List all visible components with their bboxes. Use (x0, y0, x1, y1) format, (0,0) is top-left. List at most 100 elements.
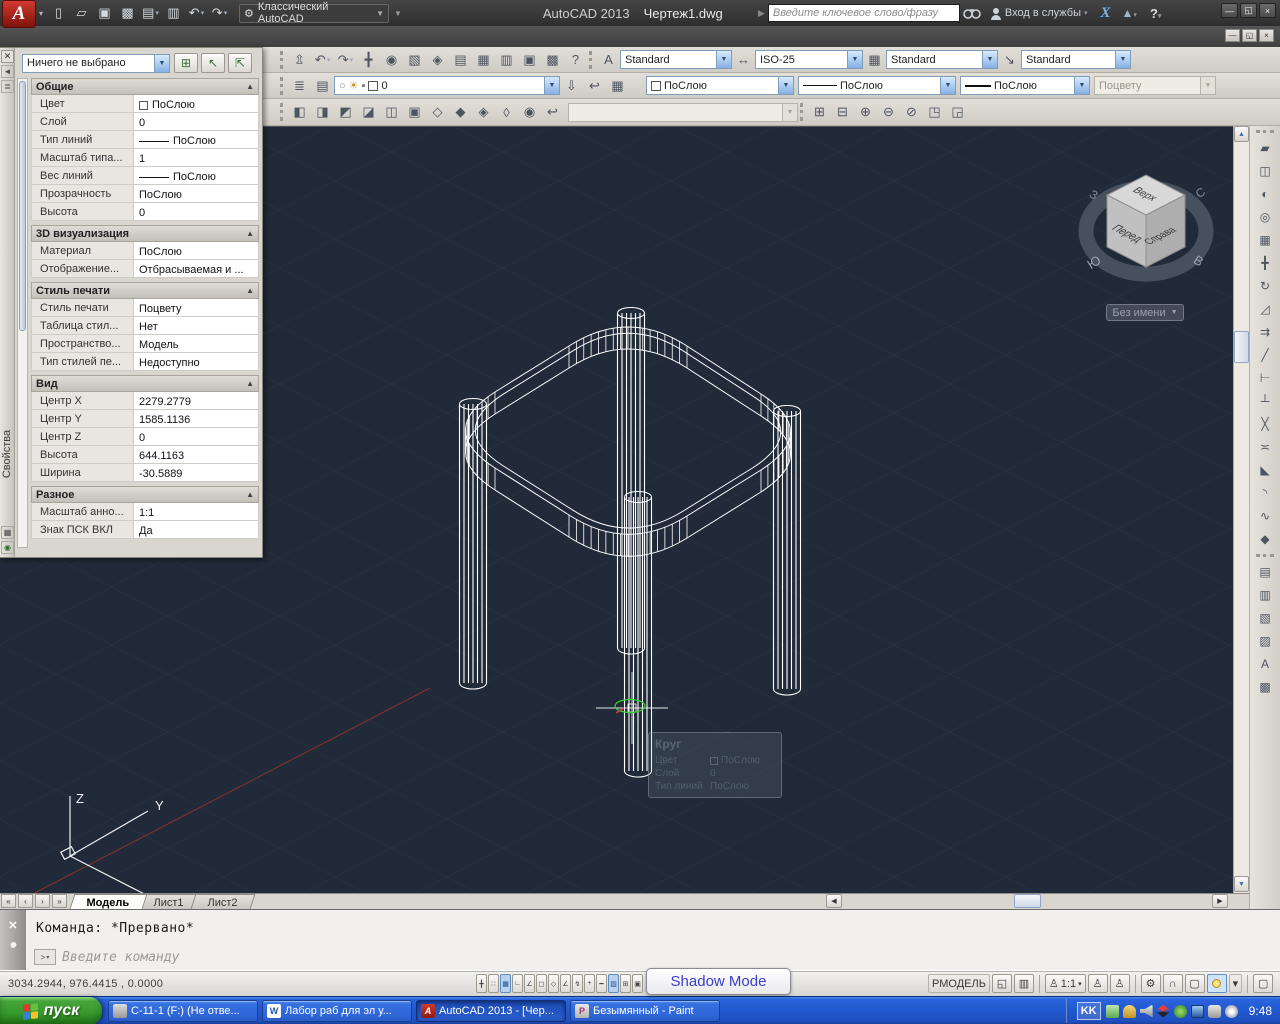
tool-publish[interactable]: ⇫ (288, 49, 311, 71)
layer-color-swatch[interactable] (368, 80, 379, 91)
collapse-icon[interactable]: ▲ (246, 82, 254, 91)
chevron-down-icon[interactable]: ▼ (982, 51, 997, 68)
status-auto-annotation-scale[interactable]: ♙ (1109, 974, 1130, 993)
palette-select-objects[interactable]: ↖ (201, 53, 225, 73)
tool-camera[interactable]: ◉ (518, 101, 541, 123)
window-restore[interactable]: ◱ (1240, 3, 1257, 18)
palette-toggle-pickadd[interactable]: ⊞ (174, 53, 198, 73)
application-menu-icon[interactable]: A (2, 0, 36, 28)
tool-view-bottom[interactable]: ◨ (311, 101, 334, 123)
search-icon[interactable] (963, 7, 981, 19)
clean-screen-button[interactable]: ▢ (1253, 974, 1274, 993)
tray-antivirus[interactable] (1173, 1004, 1187, 1018)
tool-view-left[interactable]: ◩ (334, 101, 357, 123)
property-value[interactable]: ПоСлою (134, 185, 258, 202)
tab-nav-first[interactable]: « (1, 894, 16, 908)
named-view-combo[interactable]: ▼ (568, 102, 798, 122)
toolbar-grip[interactable] (800, 103, 804, 121)
tool-zoom-previous[interactable]: ◈ (426, 49, 449, 71)
tool-layer-properties-manager[interactable]: ≣ (288, 75, 311, 97)
dim-style-combo[interactable]: ISO-25 ▼ (755, 50, 863, 69)
qat-button-save[interactable]: ▣ (93, 3, 116, 23)
toggle-osnap[interactable]: ◻ (536, 974, 547, 993)
toggle-infer-constraints[interactable]: ╋ (476, 974, 487, 993)
draworder-hatch-to-back[interactable]: ▩ (1253, 676, 1277, 698)
tool-new-viewport[interactable]: ⊕ (854, 101, 877, 123)
property-row[interactable]: Тип стилей пе... Недоступно (31, 353, 259, 371)
property-row[interactable]: Стиль печати Поцвету (31, 299, 259, 317)
shadow-mode-button[interactable]: Shadow Mode (646, 968, 791, 995)
scrollbar-thumb[interactable] (1234, 331, 1249, 363)
draworder-text-to-front[interactable]: A (1253, 653, 1277, 675)
collapse-icon[interactable]: ▲ (246, 490, 254, 499)
isolate-objects-button[interactable] (1206, 974, 1227, 993)
modify-stretch[interactable]: ⇉ (1253, 321, 1277, 343)
property-value[interactable]: 644.1163 (134, 446, 258, 463)
collapse-icon[interactable]: ▲ (246, 379, 254, 388)
tool-layer-walk[interactable]: ▦ (606, 75, 629, 97)
modify-copy[interactable]: ◫ (1253, 160, 1277, 182)
qat-button-undo[interactable]: ↶ (185, 3, 208, 23)
property-row[interactable]: Центр Y 1585.1136 (31, 410, 259, 428)
qat-button-save-as[interactable]: ▩ (116, 3, 139, 23)
palette-scrollbar-thumb[interactable] (19, 81, 26, 331)
property-row[interactable]: Вес линий ПоСлою (31, 167, 259, 185)
tray-keys[interactable] (1122, 1004, 1136, 1018)
tool-view-sw-isometric[interactable]: ◇ (426, 101, 449, 123)
menu-tools[interactable] (154, 35, 176, 39)
task-word-document[interactable]: W Лабор раб для эл у... (262, 1000, 412, 1022)
ucs-icon[interactable] (60, 796, 159, 902)
property-value[interactable]: 2279.2779 (134, 392, 258, 409)
chevron-down-icon[interactable]: ▼ (940, 77, 955, 94)
modify-rotate[interactable]: ↻ (1253, 275, 1277, 297)
autodesk-360-icon[interactable]: ▲▾ (1122, 6, 1137, 20)
property-row[interactable]: Отображение... Отбрасываемая и ... (31, 260, 259, 278)
property-value[interactable]: Модель (134, 335, 258, 352)
tool-delete-viewport[interactable]: ◲ (946, 101, 969, 123)
property-row[interactable]: Тип линий ПоСлою (31, 131, 259, 149)
modify-fillet[interactable]: ◝ (1253, 482, 1277, 504)
property-value[interactable]: Нет (134, 317, 258, 334)
command-close-icon[interactable]: ✕ (6, 918, 21, 933)
toolbar-grip[interactable] (589, 50, 593, 69)
menu-modify[interactable] (220, 35, 242, 39)
tab-nav-previous[interactable]: ‹ (18, 894, 33, 908)
help-icon[interactable]: ?▾ (1150, 6, 1161, 21)
menu-view[interactable] (88, 35, 110, 39)
tab-model[interactable]: Модель (69, 894, 148, 909)
menu-file[interactable] (44, 35, 66, 39)
tool-view-ne-isometric[interactable]: ◈ (472, 101, 495, 123)
tool-properties-palette[interactable]: ▤ (449, 49, 472, 71)
workspace-extra-arrow-icon[interactable]: ▼ (394, 9, 402, 18)
status-hardware-acceleration[interactable]: ▢ (1184, 974, 1205, 993)
palette-properties-icon[interactable]: ◉ (1, 541, 14, 554)
viewcube-ucs-menu[interactable]: Без имени ▼ (1106, 304, 1184, 321)
toggle-grid[interactable]: ▦ (500, 974, 511, 993)
toggle-transparency[interactable]: ▨ (608, 974, 619, 993)
linetype-combo[interactable]: ПоСлою ▼ (798, 76, 956, 95)
property-row[interactable]: Масштаб типа... 1 (31, 149, 259, 167)
section-header[interactable]: Общие ▲ (31, 78, 259, 95)
property-row[interactable]: Материал ПоСлою (31, 242, 259, 260)
property-row[interactable]: Слой 0 (31, 113, 259, 131)
tool-clip-viewport[interactable]: ⊘ (900, 101, 923, 123)
menu-window[interactable] (264, 35, 286, 39)
property-row[interactable]: Цвет ПоСлою (31, 95, 259, 113)
modify-explode[interactable]: ◆ (1253, 528, 1277, 550)
layer-on-icon[interactable]: ○ (339, 80, 346, 92)
task-explorer-window[interactable]: C-11-1 (F:) (Не отве... (108, 1000, 258, 1022)
modify-break[interactable]: ╳ (1253, 413, 1277, 435)
toolbar-grip[interactable] (1256, 130, 1274, 135)
menu-insert[interactable] (110, 35, 132, 39)
tool-view-right[interactable]: ◪ (357, 101, 380, 123)
chevron-down-icon[interactable]: ▼ (544, 77, 559, 94)
window-close[interactable]: × (1259, 3, 1276, 18)
tool-view-se-isometric[interactable]: ◆ (449, 101, 472, 123)
toolbar-grip[interactable] (280, 50, 284, 69)
section-header[interactable]: Разное ▲ (31, 486, 259, 503)
palette-close-icon[interactable]: ✕ (1, 50, 14, 63)
menu-parametric[interactable] (242, 35, 264, 39)
command-settings-icon[interactable] (6, 941, 20, 955)
tool-view-nw-isometric[interactable]: ◊ (495, 101, 518, 123)
collapse-icon[interactable]: ▲ (246, 229, 254, 238)
